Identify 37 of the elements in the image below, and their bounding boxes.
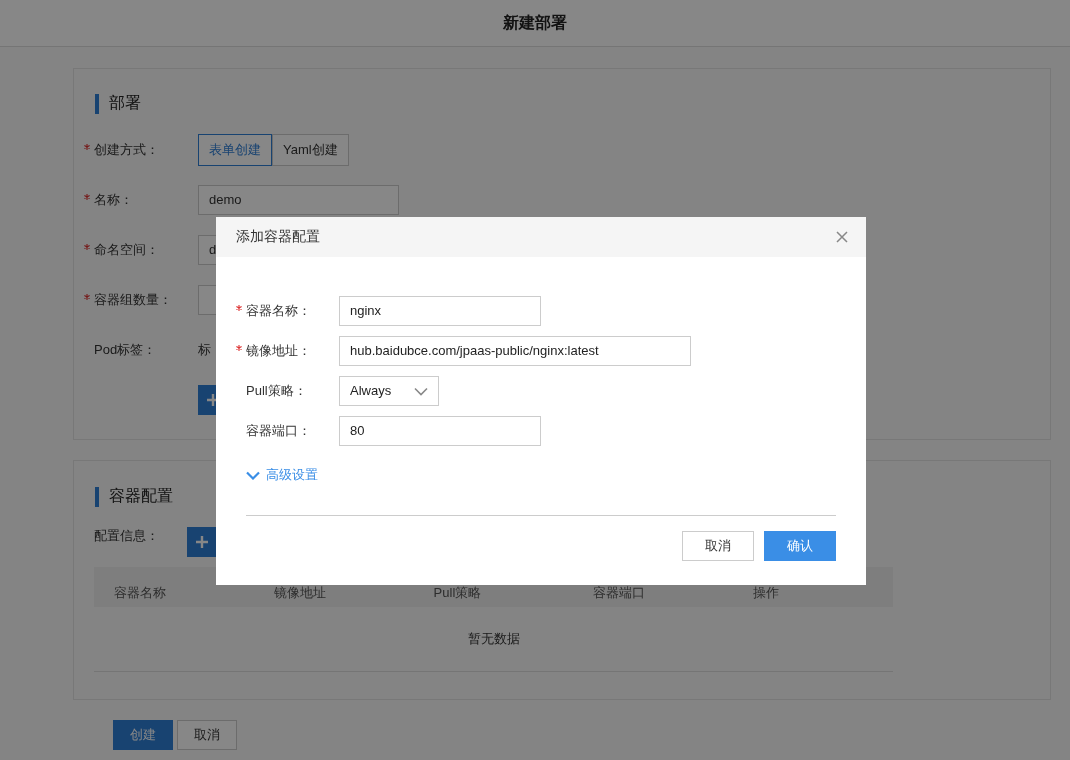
field-label: 容器端口：: [246, 422, 311, 440]
field-label: Pod标签：: [94, 341, 157, 359]
column-header: 容器名称: [113, 584, 167, 602]
input-field[interactable]: demo: [198, 185, 399, 215]
dialog-title: 添加容器配置: [236, 228, 320, 246]
confirm-button[interactable]: 确认: [764, 531, 836, 561]
field-label: 名称：: [94, 191, 133, 209]
column-header: 容器端口: [592, 584, 647, 602]
field-label: 镜像地址：: [246, 342, 311, 360]
chevron-down-icon: [414, 386, 428, 396]
column-header: 操作: [752, 584, 781, 602]
field-label: 容器名称：: [246, 302, 311, 320]
plus-icon: [195, 535, 209, 549]
mode-tab[interactable]: 表单创建: [198, 134, 272, 166]
chevron-down-icon: [246, 470, 260, 480]
cancel-button[interactable]: 取消: [177, 720, 237, 750]
select-field[interactable]: Always: [339, 376, 439, 406]
page-title: 新建部署: [503, 12, 567, 33]
cancel-button[interactable]: 取消: [682, 531, 754, 561]
field-label: 配置信息：: [94, 527, 160, 545]
field-label: 创建方式：: [94, 141, 159, 159]
label-text: 标: [198, 341, 211, 359]
column-header: 镜像地址: [272, 584, 327, 602]
field-label: 命名空间：: [94, 241, 159, 259]
field-label: 容器组数量：: [94, 291, 172, 309]
mode-tab[interactable]: Yaml创建: [272, 134, 349, 166]
section-heading: 部署: [109, 93, 141, 113]
input-field[interactable]: 80: [339, 416, 541, 446]
column-header: Pull策略: [432, 584, 483, 602]
advanced-settings-link[interactable]: 高级设置: [246, 466, 318, 484]
section-heading: 容器配置: [109, 486, 173, 506]
close-icon[interactable]: [836, 231, 848, 243]
empty-text: 暂无数据: [467, 630, 520, 648]
input-field[interactable]: hub.baidubce.com/jpaas-public/nginx:latest: [339, 336, 691, 366]
field-label: Pull策略：: [246, 382, 307, 400]
create-button[interactable]: 创建: [113, 720, 173, 750]
input-field[interactable]: nginx: [339, 296, 541, 326]
